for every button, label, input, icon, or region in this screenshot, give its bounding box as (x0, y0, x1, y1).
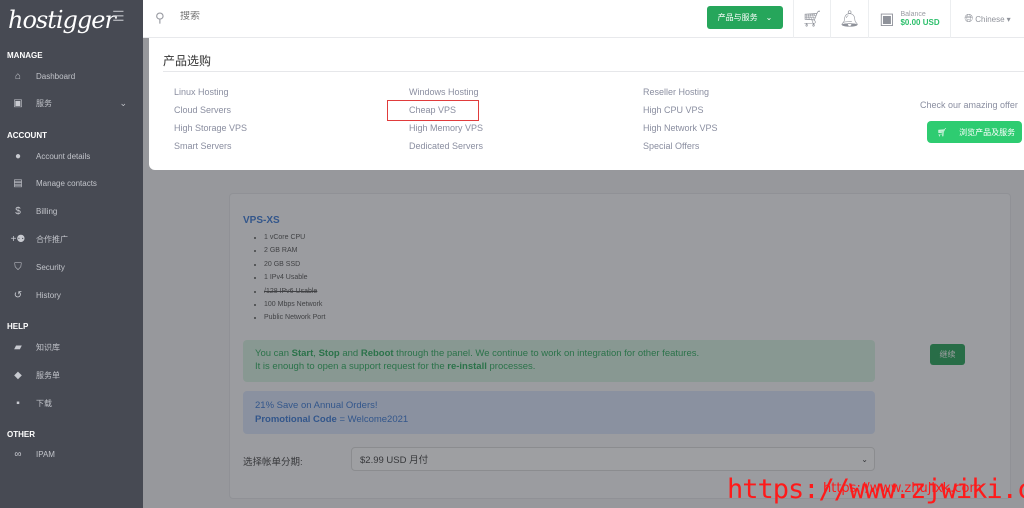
product-link[interactable]: High Storage VPS (174, 123, 247, 133)
bell-icon: 🔔︎ (839, 11, 860, 28)
sidebar-item[interactable]: $ Billing (0, 200, 143, 222)
sidebar-item-label: Dashboard (36, 71, 76, 81)
sidebar-item-label: History (36, 290, 61, 300)
sidebar-item[interactable]: ↺ History (0, 284, 143, 306)
product-link[interactable]: Linux Hosting (174, 87, 229, 97)
user-icon: ● (14, 150, 22, 162)
sidebar-section-title: HELP (7, 322, 29, 331)
sidebar-item[interactable]: ▤ Manage contacts (0, 172, 143, 194)
sidebar-item-label: 服务 (36, 98, 52, 108)
search-input[interactable] (180, 11, 480, 22)
history-icon: ↺ (13, 289, 23, 301)
sidebar-item[interactable]: ▰ 知识库 (0, 336, 143, 358)
dropdown-title: 产品选购 (163, 54, 212, 68)
products-dropdown: 产品选购 Linux Hosting Cloud Servers High Stor… (149, 38, 1024, 170)
save-icon: ▪ (16, 397, 20, 409)
sidebar-item-label: 合作推广 (36, 234, 68, 244)
browse-products-button[interactable]: 🛒︎ 浏览产品及服务 (927, 121, 1022, 143)
product-link[interactable]: Cloud Servers (174, 105, 231, 115)
chevron-down-icon: ⌄ (119, 97, 127, 108)
sidebar-item[interactable]: ▣ 服务 ⌄ (0, 92, 143, 114)
link-icon: ∞ (14, 448, 22, 460)
sidebar-item-label: Manage contacts (36, 178, 97, 188)
wallet-icon: ▣ (879, 11, 895, 28)
watermark: https://www.zjwiki.com (727, 474, 1024, 505)
language-label: Chinese (975, 14, 1005, 24)
product-link[interactable]: Dedicated Servers (409, 141, 483, 151)
globe-icon: 🌐︎ (964, 12, 974, 25)
sidebar-item[interactable]: ∞ IPAM (0, 443, 143, 465)
contacts-icon: ▤ (13, 177, 23, 189)
cart-button[interactable]: 🛒︎ (793, 0, 830, 38)
sidebar-item-label: 知识库 (36, 342, 60, 352)
sidebar-item[interactable]: ▪ 下载 (0, 392, 143, 414)
sidebar-section-title: ACCOUNT (7, 131, 47, 140)
sidebar-item-label: Security (36, 262, 65, 272)
product-link[interactable]: Smart Servers (174, 141, 232, 151)
cart-icon: 🛒︎ (801, 11, 823, 28)
menu-toggle-icon[interactable]: ☰ (112, 8, 125, 25)
notifications-button[interactable]: 🔔︎ (830, 0, 868, 38)
language-selector[interactable]: 🌐︎ Chinese ▾ (950, 0, 1024, 38)
balance-value: $0.00 USD (900, 18, 940, 27)
sidebar-section-title: OTHER (7, 430, 35, 439)
sidebar-item[interactable]: ⛉ Security (0, 256, 143, 278)
highlight-box (387, 100, 479, 121)
sidebar-item[interactable]: ⌂ Dashboard (0, 65, 143, 87)
sidebar: hostigger ☰ MANAGE ⌂ Dashboard ▣ 服务 ⌄ ACCOUNT ●… (0, 0, 143, 508)
product-link[interactable]: Special Offers (643, 141, 699, 151)
product-link[interactable]: Windows Hosting (409, 87, 479, 97)
topbar: ⚲ 产品与服务 ⌄ 🛒︎ 🔔︎ ▣ Balance$0.00 USD 🌐︎Chine… (143, 0, 1024, 38)
product-link[interactable]: High Memory VPS (409, 123, 483, 133)
shield-icon: ⛉ (14, 261, 22, 273)
sidebar-item-label: Account details (36, 151, 91, 161)
product-link[interactable]: High CPU VPS (643, 105, 704, 115)
cart-icon: 🛒︎ (937, 127, 948, 137)
balance-widget[interactable]: ▣ Balance $0.00 USD (868, 0, 950, 38)
sidebar-item-label: IPAM (36, 449, 55, 459)
caret-down-icon: ▾ (1006, 14, 1011, 24)
chevron-down-icon: ⌄ (765, 13, 773, 22)
sidebar-item-label: Billing (36, 206, 58, 216)
sidebar-item-label: 下载 (36, 398, 52, 408)
tickets-icon: ◆ (14, 369, 22, 381)
sidebar-item[interactable]: ◆ 服务单 (0, 364, 143, 386)
sidebar-item-label: 服务单 (36, 370, 60, 380)
products-services-button[interactable]: 产品与服务 ⌄ (707, 6, 783, 29)
divider (163, 71, 1024, 72)
users-plus-icon: +⚉ (10, 233, 26, 245)
logo[interactable]: hostigger (8, 6, 116, 34)
id-card-icon: ▣ (13, 97, 23, 109)
dollar-icon: $ (15, 205, 21, 217)
balance-label: Balance (900, 11, 926, 18)
browse-label: 浏览产品及服务 (959, 127, 1016, 137)
product-link[interactable]: High Network VPS (643, 123, 718, 133)
product-link[interactable]: Reseller Hosting (643, 87, 709, 97)
products-services-label: 产品与服务 (717, 13, 758, 22)
document-icon: ▰ (14, 341, 22, 353)
sidebar-section-title: MANAGE (7, 51, 43, 60)
sidebar-item[interactable]: +⚉ 合作推广 (0, 228, 143, 250)
home-icon: ⌂ (14, 70, 22, 82)
offer-text: Check our amazing offer (920, 100, 1018, 110)
search-icon: ⚲ (155, 10, 165, 25)
sidebar-item[interactable]: ● Account details (0, 145, 143, 167)
